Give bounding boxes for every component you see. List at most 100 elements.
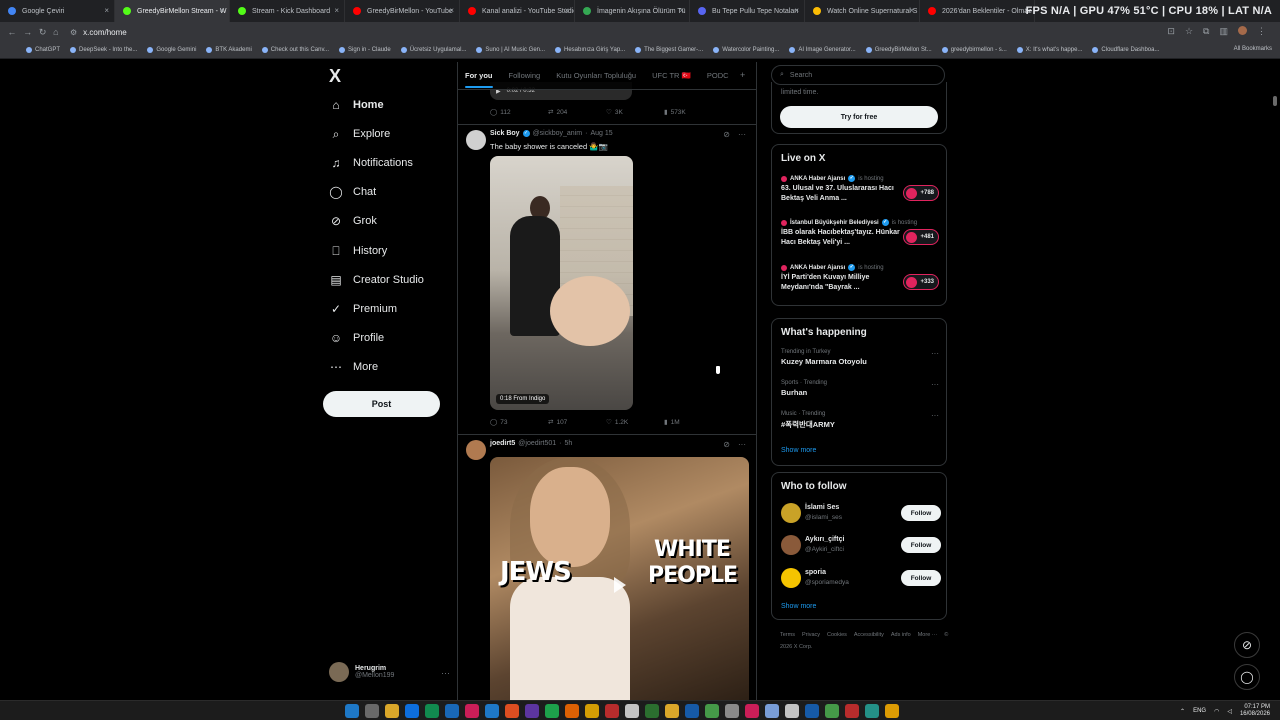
footer-link[interactable]: Ads info [891, 632, 911, 638]
close-icon[interactable]: × [334, 6, 339, 15]
taskbar-app-icon[interactable] [585, 704, 599, 718]
live-space[interactable]: İstanbul Büyükşehir Belediyesi ✓ is hostin… [781, 219, 941, 248]
volume-icon[interactable]: ◁ [1227, 708, 1232, 715]
taskbar-app-icon[interactable] [805, 704, 819, 718]
avatar[interactable] [781, 535, 801, 555]
scrollbar[interactable] [1272, 62, 1278, 692]
bookmark-item[interactable]: Sign in - Claude [339, 47, 391, 53]
nav-explore[interactable]: ⌕ Explore [329, 127, 391, 141]
reply-button[interactable]: ◯ 73 [490, 418, 548, 427]
menu-icon[interactable]: ⋮ [1257, 26, 1266, 37]
browser-tab[interactable]: Stream - Kick Dashboard × [230, 0, 345, 22]
follow-button[interactable]: Follow [901, 537, 941, 553]
browser-tab[interactable]: 2026'dan Beklentiler - Olmaz × [920, 0, 1035, 22]
tweet-author[interactable]: joedirt5 [490, 440, 515, 447]
bookmark-item[interactable]: Ücretsiz Uygulamal... [400, 47, 466, 53]
more-icon[interactable]: ··· [441, 668, 450, 678]
nav-creator-studio[interactable]: ▤ Creator Studio [329, 273, 424, 287]
browser-tab[interactable]: Google Çeviri × [0, 0, 115, 22]
forward-icon[interactable]: → [23, 27, 32, 38]
bookmark-item[interactable]: AI Image Generator... [789, 47, 856, 53]
taskbar-app-icon[interactable] [465, 704, 479, 718]
live-space[interactable]: ANKA Haber Ajansı ✓ is hosting İYİ Parti'de… [781, 264, 941, 293]
taskbar-app-icon[interactable] [765, 704, 779, 718]
follow-suggestion[interactable]: Aykırı_çiftçi @Aykiri_ciftci Follow [781, 535, 941, 557]
post-button[interactable]: Post [323, 391, 440, 417]
views-button[interactable]: ▮ 573K [664, 108, 722, 117]
bookmark-item[interactable]: greedybirmellon - s... [941, 47, 1007, 53]
tweet-time[interactable]: 5h [565, 440, 573, 447]
bookmark-item[interactable]: Hesabınıza Giriş Yap... [555, 47, 625, 53]
repost-button[interactable]: ⇄ 107 [548, 418, 606, 427]
footer-link[interactable]: More ··· [918, 632, 938, 638]
nav-premium[interactable]: ✓ Premium [329, 302, 397, 316]
avatar[interactable] [466, 440, 486, 460]
browser-tab[interactable]: Watch Online Supernatural S × [805, 0, 920, 22]
timeline-tab[interactable]: For you [465, 71, 493, 88]
taskbar-app-icon[interactable] [825, 704, 839, 718]
language-indicator[interactable]: ENG [1193, 708, 1206, 714]
trend-item[interactable]: Sports · Trending Burhan ··· [781, 380, 941, 397]
views-button[interactable]: ▮ 1M [664, 418, 722, 427]
timeline-tab[interactable]: UFC TR 🇹🇷 [652, 71, 691, 80]
taskbar-app-icon[interactable] [365, 704, 379, 718]
taskbar-app-icon[interactable] [885, 704, 899, 718]
tweet-handle[interactable]: @joedirt501 [518, 440, 556, 447]
like-button[interactable]: ♡ 3K [606, 108, 664, 117]
taskbar-app-icon[interactable] [565, 704, 579, 718]
browser-tab[interactable]: Kanal analizi - YouTube Studio × [460, 0, 575, 22]
close-icon[interactable]: × [219, 6, 224, 15]
reply-button[interactable]: ◯ 112 [490, 108, 548, 117]
bookmark-item[interactable]: The Biggest Gamer-... [635, 47, 703, 53]
footer-link[interactable]: Accessibility [854, 632, 884, 638]
tweet-time[interactable]: Aug 15 [590, 130, 612, 137]
taskbar-app-icon[interactable] [345, 704, 359, 718]
trend-item[interactable]: Music · Trending #폭력반대ARMY ··· [781, 411, 941, 430]
taskbar-app-icon[interactable] [665, 704, 679, 718]
bookmark-item[interactable]: Suno | AI Music Gen... [476, 47, 545, 53]
taskbar-app-icon[interactable] [645, 704, 659, 718]
taskbar-app-icon[interactable] [505, 704, 519, 718]
trend-item[interactable]: Trending in Turkey Kuzey Marmara Otoyolu ·… [781, 349, 941, 366]
taskbar-app-icon[interactable] [725, 704, 739, 718]
tweet-video[interactable]: 0:18 From Indigo [490, 156, 633, 410]
more-icon[interactable]: ··· [931, 349, 939, 358]
try-free-button[interactable]: Try for free [780, 106, 938, 128]
home-icon[interactable]: ⌂ [53, 27, 58, 38]
browser-tab[interactable]: GreedyBirMellon - YouTube × [345, 0, 460, 22]
chevron-up-icon[interactable]: ⌃ [1180, 708, 1185, 715]
taskbar-app-icon[interactable] [545, 704, 559, 718]
close-icon[interactable]: × [679, 6, 684, 15]
bookmark-item[interactable]: DeepSeek - Into the... [70, 47, 137, 53]
scrollbar-thumb[interactable] [1273, 96, 1277, 106]
bookmark-star-icon[interactable]: ☆ [1185, 26, 1193, 37]
footer-link[interactable]: Cookies [827, 632, 847, 638]
taskbar-app-icon[interactable] [625, 704, 639, 718]
follow-suggestion[interactable]: sporia @sporiamedya Follow [781, 568, 941, 590]
wifi-icon[interactable]: ◠ [1214, 708, 1219, 715]
profile-avatar[interactable] [1238, 26, 1247, 35]
taskbar-app-icon[interactable] [785, 704, 799, 718]
bookmark-item[interactable]: GreedyBirMellon St... [865, 47, 932, 53]
install-icon[interactable]: ⊡ [1167, 26, 1175, 37]
x-logo[interactable]: X [329, 66, 341, 87]
back-icon[interactable]: ← [7, 27, 16, 38]
close-icon[interactable]: × [794, 6, 799, 15]
avatar[interactable] [466, 130, 486, 150]
more-icon[interactable]: ··· [931, 380, 939, 389]
more-icon[interactable]: ··· [738, 440, 746, 449]
show-more-link[interactable]: Show more [781, 603, 816, 610]
site-info-icon[interactable]: ⚙ [70, 28, 77, 37]
timeline-tab[interactable]: PODC [707, 71, 729, 80]
bookmark-item[interactable]: X: It's what's happe... [1016, 47, 1082, 53]
taskbar-app-icon[interactable] [745, 704, 759, 718]
bookmark-item[interactable]: ChatGPT [26, 47, 60, 53]
close-icon[interactable]: × [909, 6, 914, 15]
nav-notifications[interactable]: ♫ Notifications [329, 156, 413, 170]
grok-fab-icon[interactable]: ⊘ [1234, 632, 1260, 658]
taskbar-app-icon[interactable] [425, 704, 439, 718]
show-more-link[interactable]: Show more [781, 447, 816, 454]
close-icon[interactable]: × [449, 6, 454, 15]
tweet-author[interactable]: Sick Boy [490, 130, 520, 137]
more-icon[interactable]: ··· [931, 411, 939, 420]
